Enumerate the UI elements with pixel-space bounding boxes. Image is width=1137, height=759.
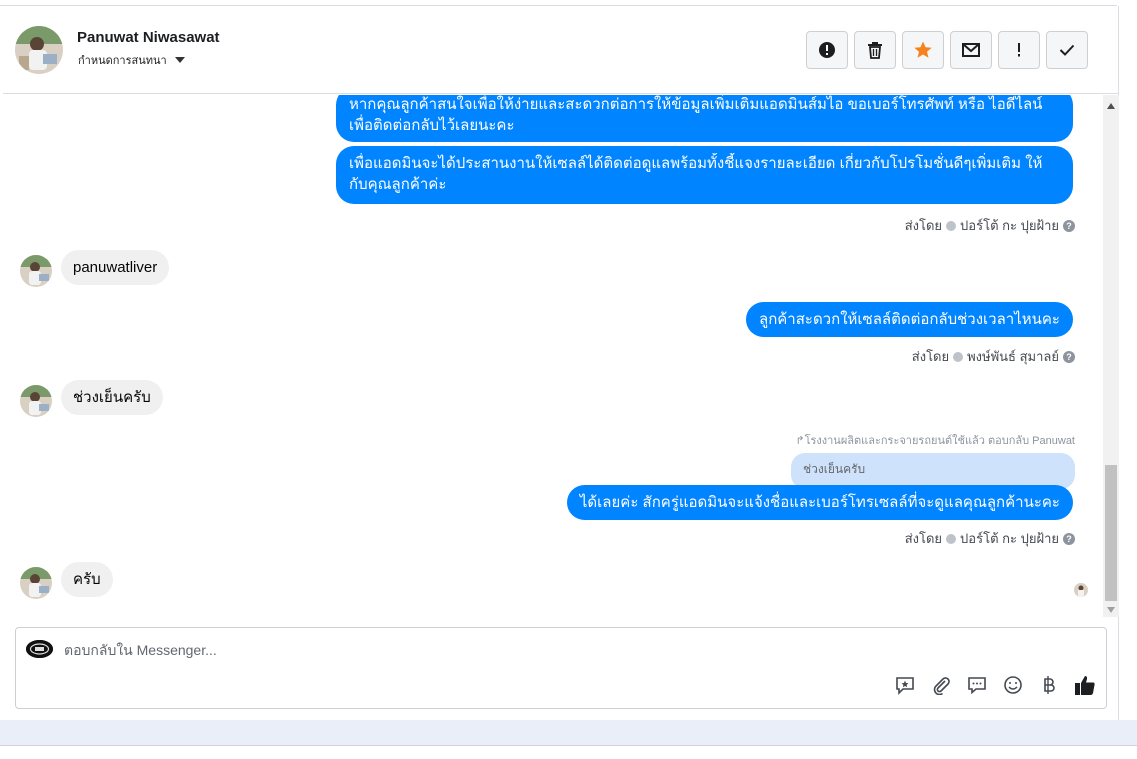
message-text: ครับ <box>73 571 101 588</box>
conversation-panel: Panuwat Niwasawat กำหนดการสนทนา หากคุณลู… <box>3 6 1119 720</box>
outgoing-message[interactable]: หากคุณลูกค้าสนใจเพื่อให้ง่ายและสะดวกต่อก… <box>336 95 1073 142</box>
baht-icon[interactable] <box>1038 674 1060 696</box>
help-icon[interactable]: ? <box>1063 532 1075 545</box>
help-icon[interactable]: ? <box>1063 350 1075 363</box>
message-text: กับคุณลูกค้าค่ะ <box>349 176 447 193</box>
reply-context-text: โรงงานผลิตและกระจายรถยนต์ใช้แล้ว ตอบกลับ… <box>804 435 1075 447</box>
message-text: ช่วงเย็นครับ <box>73 389 151 406</box>
message-text: ลูกค้าสะดวกให้เซลล์ติดต่อกลับช่วงเวลาไหน… <box>759 311 1060 328</box>
right-edge <box>1119 6 1137 720</box>
delete-button[interactable] <box>854 31 896 69</box>
seen-avatar <box>1074 583 1088 597</box>
sent-by-prefix: ส่งโดย <box>904 218 943 233</box>
reply-composer <box>15 627 1107 709</box>
outgoing-message[interactable]: ได้เลยค่ะ สักครู่แอดมินจะแจ้งชื่อและเบอร… <box>566 485 1073 520</box>
verified-icon <box>946 533 957 544</box>
attachment-icon[interactable] <box>930 674 952 696</box>
check-icon <box>1059 44 1075 56</box>
thumbs-up-icon[interactable] <box>1074 674 1096 696</box>
envelope-icon <box>962 43 980 57</box>
quoted-text: ช่วงเย็นครับ <box>803 462 866 476</box>
header-actions <box>806 31 1088 69</box>
message-text: เพื่อติดต่อกลับไว้เลยนะคะ <box>349 117 515 134</box>
message-text: หากคุณลูกค้าสนใจเพื่อให้ง่ายและสะดวกต่อก… <box>349 96 1043 113</box>
incoming-message[interactable]: ครับ <box>61 562 113 597</box>
trash-icon <box>868 42 882 59</box>
assign-conversation-dropdown[interactable]: กำหนดการสนทนา <box>78 51 185 69</box>
quoted-message[interactable]: ช่วงเย็นครับ <box>791 453 1075 489</box>
scroll-down-arrow-icon[interactable] <box>1107 607 1115 613</box>
incoming-message[interactable]: panuwatliver <box>61 250 170 285</box>
contact-avatar-small <box>20 567 52 599</box>
contact-avatar-small <box>20 385 52 417</box>
verified-icon <box>946 220 957 231</box>
verified-icon <box>953 351 964 362</box>
assign-label: กำหนดการสนทนา <box>78 55 167 67</box>
message-text: panuwatliver <box>73 259 158 276</box>
composer-tools <box>894 674 1096 696</box>
sent-by-prefix: ส่งโดย <box>904 531 943 546</box>
chat-bubble-icon[interactable] <box>966 674 988 696</box>
message-text: เพื่อแอดมินจะได้ประสานงานให้เซลล์ได้ติดต… <box>349 155 1043 172</box>
contact-avatar-small <box>20 255 52 287</box>
sent-by-prefix: ส่งโดย <box>911 349 950 364</box>
sent-by-label: ส่งโดย ปอร์โต้ กะ ปุยฝ้าย ? <box>905 528 1075 549</box>
chevron-down-icon <box>174 57 185 63</box>
thread-scrollbar[interactable] <box>1103 95 1119 617</box>
sent-by-label: ส่งโดย พงษ์พันธ์ สุมาลย์ ? <box>912 346 1075 367</box>
page-avatar <box>26 640 53 658</box>
follow-up-button[interactable] <box>998 31 1040 69</box>
contact-name[interactable]: Panuwat Niwasawat <box>77 29 220 46</box>
mark-spam-button[interactable] <box>806 31 848 69</box>
bottom-divider <box>0 745 1137 746</box>
help-icon[interactable]: ? <box>1063 219 1075 232</box>
alert-circle-icon <box>819 42 835 58</box>
emoji-icon[interactable] <box>1002 674 1024 696</box>
outgoing-message[interactable]: เพื่อแอดมินจะได้ประสานงานให้เซลล์ได้ติดต… <box>336 146 1073 204</box>
bottom-band <box>0 720 1137 745</box>
star-icon <box>914 41 932 58</box>
mark-done-button[interactable] <box>1046 31 1088 69</box>
reply-arrow-icon: ↱ <box>795 435 805 447</box>
outgoing-message[interactable]: ลูกค้าสะดวกให้เซลล์ติดต่อกลับช่วงเวลาไหน… <box>746 302 1073 337</box>
saved-reply-icon[interactable] <box>894 674 916 696</box>
star-button[interactable] <box>902 31 944 69</box>
sent-by-label: ส่งโดย ปอร์โต้ กะ ปุยฝ้าย ? <box>905 215 1075 236</box>
message-thread[interactable]: หากคุณลูกค้าสนใจเพื่อให้ง่ายและสะดวกต่อก… <box>3 95 1103 617</box>
exclamation-icon <box>1018 43 1020 57</box>
sender-name[interactable]: ปอร์โต้ กะ ปุยฝ้าย <box>960 528 1059 549</box>
scroll-up-arrow-icon[interactable] <box>1107 103 1115 109</box>
scrollbar-thumb[interactable] <box>1105 465 1117 601</box>
sender-name[interactable]: พงษ์พันธ์ สุมาลย์ <box>967 346 1059 367</box>
sender-name[interactable]: ปอร์โต้ กะ ปุยฝ้าย <box>960 215 1059 236</box>
message-text: ได้เลยค่ะ สักครู่แอดมินจะแจ้งชื่อและเบอร… <box>579 494 1060 511</box>
mark-unread-button[interactable] <box>950 31 992 69</box>
incoming-message[interactable]: ช่วงเย็นครับ <box>61 380 163 415</box>
reply-context-note: ↱โรงงานผลิตและกระจายรถยนต์ใช้แล้ว ตอบกลั… <box>795 431 1075 449</box>
conversation-header: Panuwat Niwasawat กำหนดการสนทนา <box>3 6 1119 94</box>
reply-input[interactable] <box>64 642 764 658</box>
contact-avatar[interactable] <box>15 26 63 74</box>
